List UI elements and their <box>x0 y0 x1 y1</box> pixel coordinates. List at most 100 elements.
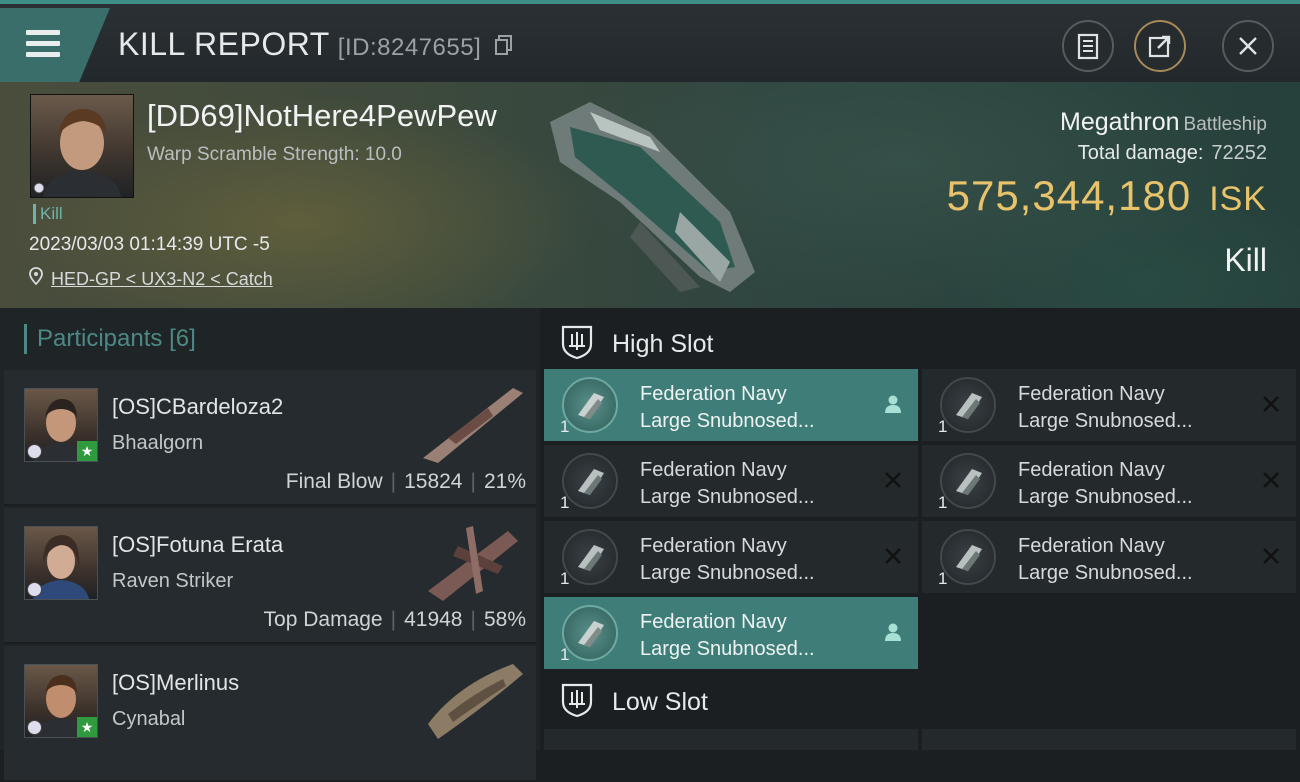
turret-icon <box>562 605 618 661</box>
participant-name[interactable]: [OS]Merlinus <box>112 670 239 696</box>
participant-role: Top Damage <box>263 608 383 631</box>
module-item[interactable]: 1 Federation Navy Large Snubnosed... <box>544 521 918 593</box>
module-name-line2: Large Snubnosed... <box>1018 562 1193 584</box>
module-item[interactable]: 1 Federation Navy Large Snubnosed... <box>922 521 1296 593</box>
module-name-line1: Federation Navy <box>1018 383 1165 405</box>
participant-name[interactable]: [OS]Fotuna Erata <box>112 532 283 558</box>
participant-role: Final Blow <box>285 470 383 493</box>
module-quantity: 1 <box>560 645 570 664</box>
participant-damage: 41948 <box>404 608 463 631</box>
turret-icon <box>940 377 996 433</box>
module-quantity: 1 <box>938 417 948 436</box>
report-button[interactable] <box>1062 20 1114 72</box>
module-quantity: 1 <box>560 569 570 588</box>
module-name-line1: Federation Navy <box>640 459 787 481</box>
corp-badge <box>27 444 42 459</box>
module-quantity: 1 <box>938 493 948 512</box>
module-quantity: 1 <box>560 417 570 436</box>
participants-header: Participants [6] <box>24 324 196 354</box>
participant-avatar[interactable]: ★ <box>24 664 98 738</box>
participant-name[interactable]: [OS]CBardeloza2 <box>112 394 283 420</box>
high-slot-label: High Slot <box>612 330 714 358</box>
low-slot-label: Low Slot <box>612 688 708 716</box>
menu-button[interactable] <box>0 8 110 82</box>
victim-ship-image <box>550 102 755 292</box>
title-bar: KILL REPORT [ID:8247655] <box>0 0 1300 82</box>
destroyed-x-icon <box>882 545 904 567</box>
shield-icon <box>561 683 593 718</box>
module-name-line2: Large Snubnosed... <box>1018 486 1193 508</box>
module-item[interactable]: 1 Federation Navy Large Snubnosed... <box>922 445 1296 517</box>
module-name-line2: Large Snubnosed... <box>640 410 815 432</box>
participant-ship-image <box>428 526 518 601</box>
participant-percent: 58% <box>483 608 526 631</box>
module-name-line2: Large Snubnosed... <box>640 486 815 508</box>
module-name: Federation Navy Large Snubnosed... <box>1018 533 1193 587</box>
module-item[interactable]: 1 Federation Navy Large Snubnosed... <box>922 369 1296 441</box>
location-link[interactable]: HED-GP < UX3-N2 < Catch <box>51 269 273 289</box>
kill-timestamp: 2023/03/03 01:14:39 UTC -5 <box>29 234 270 255</box>
participant-row[interactable]: ★ [OS]CBardeloza2 Bhaalgorn Final Blow | 1… <box>4 370 536 506</box>
participant-percent: 21% <box>483 470 526 493</box>
turret-icon <box>940 453 996 509</box>
module-name-line1: Federation Navy <box>640 383 787 405</box>
pilot-avatar-icon <box>33 109 121 197</box>
participant-stats: Final Blow | 15824 | 21% <box>285 470 526 493</box>
module-item[interactable] <box>922 729 1296 750</box>
module-name: Federation Navy Large Snubnosed... <box>640 381 815 435</box>
hamburger-icon <box>26 30 60 35</box>
shield-icon <box>561 325 593 360</box>
module-item[interactable]: 1 Federation Navy Large Snubnosed... <box>544 369 918 441</box>
hamburger-icon-bar <box>26 52 60 57</box>
module-name: Federation Navy Large Snubnosed... <box>1018 381 1193 435</box>
turret-icon <box>562 453 618 509</box>
destroyed-x-icon <box>1260 469 1282 491</box>
participant-damage: 15824 <box>404 470 463 493</box>
participants-panel: Participants [6] ★ [OS]CBardeloza2 Bhaal… <box>0 308 540 782</box>
location-pin-icon <box>29 267 43 286</box>
participant-ship: Bhaalgorn <box>112 432 204 454</box>
ship-class: Battleship <box>1183 114 1267 135</box>
copy-icon[interactable] <box>494 35 513 55</box>
victim-portrait[interactable] <box>30 94 134 198</box>
module-name-line1: Federation Navy <box>640 535 787 557</box>
victim-name[interactable]: [DD69]NotHere4PewPew <box>147 98 497 134</box>
corp-badge <box>27 720 42 735</box>
participant-avatar[interactable] <box>24 526 98 600</box>
victim-banner: [DD69]NotHere4PewPew Warp Scramble Stren… <box>0 82 1300 308</box>
participant-stats: Top Damage | 41948 | 58% <box>263 608 526 631</box>
kill-id: [ID:8247655] <box>337 34 482 61</box>
participant-ship: Raven Striker <box>112 570 234 592</box>
module-item[interactable] <box>544 729 918 750</box>
corp-badge <box>27 582 42 597</box>
module-name-line2: Large Snubnosed... <box>640 638 815 660</box>
destroyed-x-icon <box>1260 393 1282 415</box>
module-name-line1: Federation Navy <box>640 611 787 633</box>
kill-tag: Kill <box>33 204 63 224</box>
turret-icon <box>562 377 618 433</box>
module-item[interactable]: 1 Federation Navy Large Snubnosed... <box>544 445 918 517</box>
ship-type: Megathron Battleship <box>1060 108 1267 137</box>
total-damage-label: Total damage: <box>1077 142 1204 164</box>
module-name-line2: Large Snubnosed... <box>640 562 815 584</box>
module-name-line1: Federation Navy <box>1018 459 1165 481</box>
clipboard-icon <box>1077 33 1099 60</box>
participant-avatar[interactable]: ★ <box>24 388 98 462</box>
star-icon: ★ <box>77 441 97 461</box>
fitting-panel: High Slot 1 Federation Navy Large Snubnos… <box>540 308 1300 750</box>
module-quantity: 1 <box>560 493 570 512</box>
warp-scramble-strength: Warp Scramble Strength: 10.0 <box>147 144 402 165</box>
location: HED-GP < UX3-N2 < Catch <box>29 267 273 290</box>
module-name-line1: Federation Navy <box>1018 535 1165 557</box>
person-icon <box>882 621 904 643</box>
participants-count: [6] <box>169 325 196 352</box>
participant-ship-image <box>428 664 523 739</box>
module-item[interactable]: 1 Federation Navy Large Snubnosed... <box>544 597 918 669</box>
participant-row[interactable]: ★ [OS]Merlinus Cynabal <box>4 646 536 782</box>
turret-icon <box>940 529 996 585</box>
close-button[interactable] <box>1222 20 1274 72</box>
participant-row[interactable]: [OS]Fotuna Erata Raven Striker Top Damag… <box>4 508 536 644</box>
module-name: Federation Navy Large Snubnosed... <box>1018 457 1193 511</box>
ship-name[interactable]: Megathron <box>1060 108 1180 136</box>
share-button[interactable] <box>1134 20 1186 72</box>
